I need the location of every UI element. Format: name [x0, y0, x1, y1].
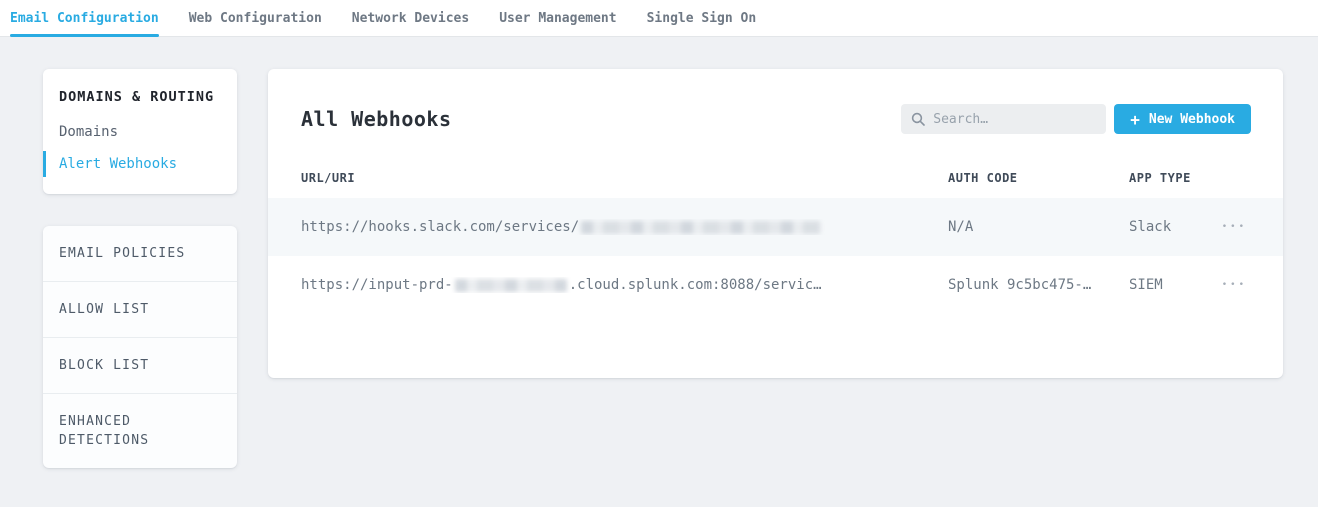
tab-web-configuration[interactable]: Web Configuration — [189, 0, 322, 36]
tab-email-configuration[interactable]: Email Configuration — [10, 0, 159, 36]
redacted-url-segment — [455, 279, 567, 292]
sidebar-item-allow-list[interactable]: ALLOW LIST — [43, 282, 237, 338]
sidebar-item-email-policies[interactable]: EMAIL POLICIES — [43, 226, 237, 282]
sidebar-item-block-list[interactable]: BLOCK LIST — [43, 338, 237, 394]
webhook-app-type: Slack — [1129, 219, 1207, 235]
sidebar: DOMAINS & ROUTING Domains Alert Webhooks… — [43, 69, 237, 468]
tab-network-devices[interactable]: Network Devices — [352, 0, 469, 36]
table-header-row: URL/URI AUTH CODE APP TYPE — [268, 158, 1283, 198]
search-input[interactable] — [933, 112, 1096, 127]
page-title: All Webhooks — [301, 107, 901, 131]
domains-routing-card: DOMAINS & ROUTING Domains Alert Webhooks — [43, 69, 237, 194]
new-webhook-label: New Webhook — [1149, 112, 1235, 127]
sidebar-item-enhanced-detections[interactable]: ENHANCED DETECTIONS — [43, 394, 237, 468]
domains-routing-title: DOMAINS & ROUTING — [59, 89, 221, 105]
webhooks-header: All Webhooks + New Webhook — [268, 69, 1283, 158]
table-row[interactable]: https://input-prd-.cloud.splunk.com:8088… — [268, 256, 1283, 314]
row-menu-icon[interactable]: ••• — [1222, 222, 1251, 232]
webhook-app-type: SIEM — [1129, 277, 1207, 293]
sidebar-item-alert-webhooks[interactable]: Alert Webhooks — [59, 156, 221, 172]
sidebar-item-domains[interactable]: Domains — [59, 124, 221, 140]
search-box[interactable] — [901, 104, 1106, 134]
plus-icon: + — [1130, 110, 1140, 129]
column-header-auth-code: AUTH CODE — [948, 171, 1129, 185]
table-row[interactable]: https://hooks.slack.com/services/ N/A Sl… — [268, 198, 1283, 256]
redacted-url-segment — [581, 221, 821, 234]
tab-single-sign-on[interactable]: Single Sign On — [647, 0, 757, 36]
webhook-url: https://hooks.slack.com/services/ — [301, 219, 948, 235]
search-icon — [911, 112, 925, 126]
column-header-app-type: APP TYPE — [1129, 171, 1207, 185]
top-nav-bar: Email Configuration Web Configuration Ne… — [0, 0, 1318, 37]
webhook-auth-code: N/A — [948, 219, 1129, 235]
policies-card: EMAIL POLICIES ALLOW LIST BLOCK LIST ENH… — [43, 226, 237, 468]
column-header-url: URL/URI — [301, 171, 948, 185]
new-webhook-button[interactable]: + New Webhook — [1114, 104, 1251, 134]
tab-user-management[interactable]: User Management — [499, 0, 616, 36]
webhooks-panel: All Webhooks + New Webhook URL/URI AUTH … — [268, 69, 1283, 378]
row-menu-icon[interactable]: ••• — [1222, 280, 1251, 290]
page-content: DOMAINS & ROUTING Domains Alert Webhooks… — [0, 37, 1318, 468]
webhooks-table: URL/URI AUTH CODE APP TYPE https://hooks… — [268, 158, 1283, 314]
webhook-auth-code: Splunk 9c5bc475-… — [948, 277, 1129, 293]
webhook-url: https://input-prd-.cloud.splunk.com:8088… — [301, 277, 948, 293]
